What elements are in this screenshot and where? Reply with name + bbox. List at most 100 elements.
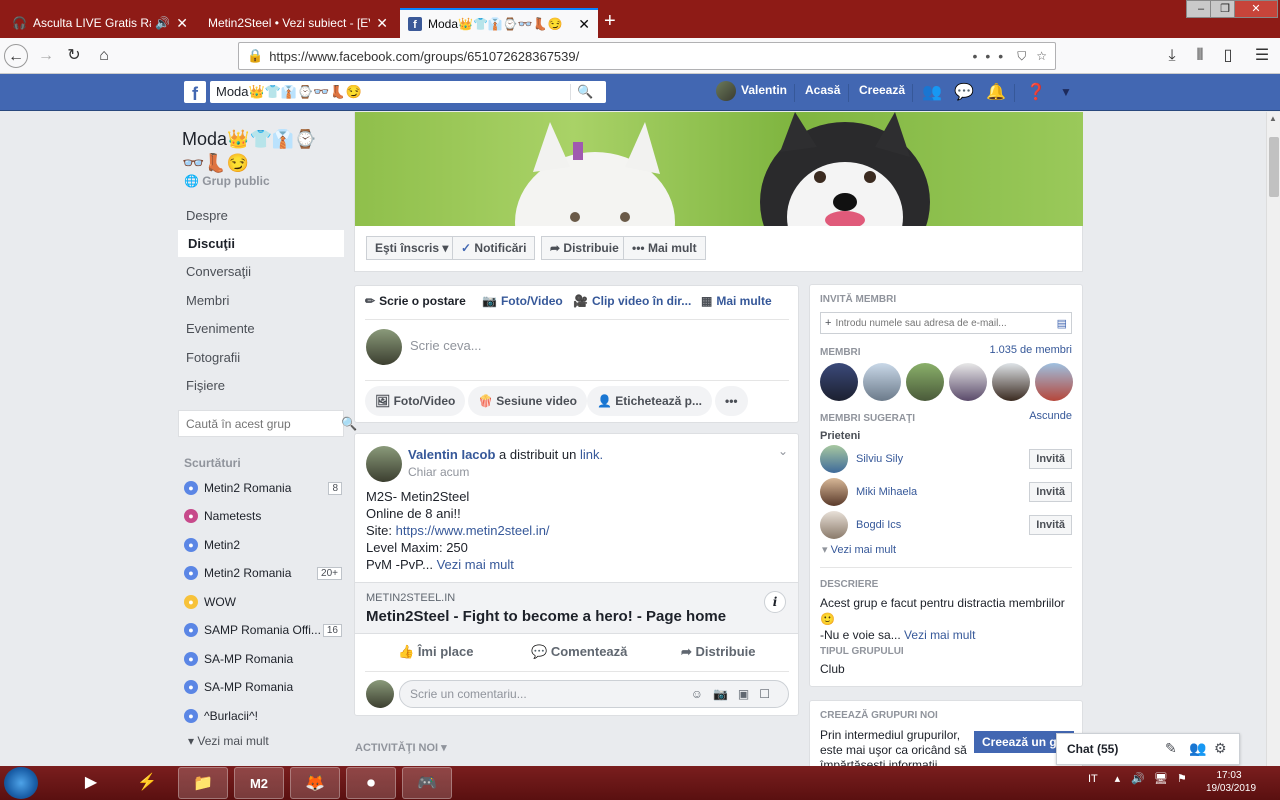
search-icon[interactable]: 🔍 [570, 84, 600, 100]
shortcut-item[interactable]: ● Metin2 Romania 8 [184, 478, 342, 498]
group-nav-photos[interactable]: Fotografii [178, 344, 344, 371]
invite-button[interactable]: Invită [1029, 449, 1072, 469]
member-avatar[interactable] [949, 363, 987, 401]
group-search[interactable]: 🔍 [178, 410, 357, 437]
shortcut-item[interactable]: ● ^Burlacii^! [184, 706, 342, 726]
link-preview[interactable]: METIN2STEEL.IN Metin2Steel - Fight to be… [355, 582, 798, 634]
group-nav-discussion[interactable]: Discuţii [178, 230, 344, 257]
recorder-icon[interactable]: ⏺ [346, 767, 396, 799]
library-icon[interactable]: ⫴ [1188, 44, 1212, 68]
shortcut-item[interactable]: ● SA-MP Romania [184, 677, 342, 697]
browser-tab-radio[interactable]: 🎧 Asculta LIVE Gratis Radio M 🔊 ✕ [4, 8, 196, 38]
member-avatar[interactable] [820, 363, 858, 401]
sidebar-icon[interactable]: ▯ [1216, 44, 1240, 68]
invite-button[interactable]: Invită [1029, 515, 1072, 535]
group-title[interactable]: Moda👑👕👔⌚👓👢😏 [182, 127, 332, 175]
notifications-button[interactable]: ✓ Notificări [452, 236, 536, 260]
group-chat-icon[interactable]: 👥 [1189, 740, 1206, 757]
post-time[interactable]: Chiar acum [408, 465, 469, 479]
tab-photo-video[interactable]: 📷 Foto/Video [482, 294, 563, 308]
friend-requests-icon[interactable]: 👥 [922, 82, 942, 102]
joined-button[interactable]: Eşti înscris ▾ [366, 236, 458, 260]
media-player-icon[interactable]: ▶ [66, 767, 116, 799]
back-button[interactable]: ← [4, 44, 28, 68]
suggested-name[interactable]: Silviu Sily [856, 453, 1029, 465]
reload-button[interactable]: ↻ [62, 44, 86, 68]
new-tab-button[interactable]: + [604, 10, 616, 33]
composer-input[interactable]: Scrie ceva... [410, 338, 780, 353]
group-nav-about[interactable]: Despre [178, 202, 344, 229]
language-indicator[interactable]: IT [1088, 773, 1098, 785]
group-nav-events[interactable]: Evenimente [178, 315, 344, 342]
scroll-up-arrow[interactable]: ▲ [1269, 114, 1277, 123]
suggested-name[interactable]: Miki Mihaela [856, 486, 1029, 498]
home-link[interactable]: Acasă [805, 83, 840, 97]
member-avatar[interactable] [906, 363, 944, 401]
invite-field[interactable]: + ▤ [820, 312, 1072, 334]
shortcut-item[interactable]: ● SAMP Romania Offi... 16 [184, 620, 342, 640]
shortcut-item[interactable]: ● Metin2 Romania 20+ [184, 563, 342, 583]
info-icon[interactable]: i [764, 591, 786, 613]
facebook-search[interactable]: 🔍 [210, 81, 606, 103]
link-word[interactable]: link. [580, 447, 603, 462]
compose-icon[interactable]: ✎ [1165, 740, 1177, 757]
forward-button[interactable]: → [34, 44, 58, 68]
like-button[interactable]: 👍 Îmi place [398, 644, 473, 660]
network-icon[interactable]: 🖥 [1154, 773, 1168, 785]
flag-icon[interactable]: ⚑ [1177, 773, 1187, 785]
messenger-icon[interactable]: 💬 [954, 82, 974, 102]
page-scrollbar[interactable]: ▲ [1266, 112, 1280, 766]
tray-arrow-icon[interactable]: ▴ [1115, 773, 1121, 785]
group-search-input[interactable] [186, 416, 341, 431]
chat-bar[interactable]: Chat (55) ✎ 👥 ⚙ [1056, 733, 1240, 765]
gear-icon[interactable]: ⚙ [1214, 740, 1227, 757]
tab-write-post[interactable]: ✏ Scrie o postare [365, 294, 466, 308]
bookmark-star-icon[interactable]: ☆ [1036, 49, 1047, 63]
members-count[interactable]: 1.035 de membri [989, 344, 1072, 356]
metin2-icon[interactable]: M2 [234, 767, 284, 799]
member-avatar[interactable] [863, 363, 901, 401]
hide-link[interactable]: Ascunde [1029, 410, 1072, 422]
tab-live-video[interactable]: 🎥 Clip video în dir... [573, 294, 691, 308]
close-window-button[interactable]: ✕ [1234, 0, 1278, 18]
facebook-logo[interactable]: f [184, 81, 206, 104]
file-explorer-icon[interactable]: 📁 [178, 767, 228, 799]
help-icon[interactable]: ❓ [1026, 82, 1046, 102]
share-post-button[interactable]: ➦ Distribuie [681, 644, 756, 660]
share-button[interactable]: ➦ Distribuie [541, 236, 628, 260]
chevron-down-icon[interactable]: ⌄ [778, 444, 788, 458]
tab-more[interactable]: ▦ Mai multe [701, 294, 772, 308]
site-link[interactable]: https://www.metin2steel.in/ [396, 523, 550, 538]
home-button[interactable]: ⌂ [92, 44, 116, 68]
shortcut-item[interactable]: ● Metin2 [184, 535, 342, 555]
member-avatar[interactable] [1035, 363, 1073, 401]
volume-icon[interactable]: 🔊 [1131, 773, 1145, 785]
scroll-thumb[interactable] [1269, 137, 1279, 197]
contacts-icon[interactable]: ▤ [1057, 317, 1067, 330]
author-name[interactable]: Valentin Iacob [408, 447, 495, 462]
see-more-link[interactable]: Vezi mai mult [904, 628, 975, 642]
notifications-icon[interactable]: 🔔 [986, 82, 1006, 102]
new-activity-dropdown[interactable]: ACTIVITĂŢI NOI ▾ [355, 741, 447, 754]
pill-live-session[interactable]: 🍿 Sesiune video [468, 386, 587, 416]
shortcut-item[interactable]: ● SA-MP Romania [184, 649, 342, 669]
chevron-down-icon[interactable]: ▼ [1060, 85, 1072, 99]
see-more-shortcuts[interactable]: ▾ Vezi mai mult [188, 734, 269, 748]
cover-photo[interactable] [355, 112, 1083, 226]
close-icon[interactable]: ✕ [176, 15, 188, 32]
invite-input[interactable] [835, 317, 1057, 329]
comment-input[interactable]: Scrie un comentariu... ☺📷▣☐ [399, 680, 789, 708]
avatar[interactable] [820, 478, 848, 506]
shortcut-item[interactable]: ● Nametests [184, 506, 342, 526]
pill-photo-video[interactable]: 🖼 Foto/Video [365, 386, 466, 416]
avatar[interactable] [366, 446, 402, 482]
close-icon[interactable]: ✕ [578, 16, 590, 33]
clock[interactable]: 17:03 19/03/2019 [1206, 769, 1256, 795]
close-icon[interactable]: ✕ [376, 15, 388, 32]
comment-tools-icons[interactable]: ☺📷▣☐ [691, 681, 780, 707]
group-nav-chats[interactable]: Conversaţii [178, 258, 344, 285]
menu-icon[interactable]: ☰ [1250, 44, 1274, 68]
speaker-icon[interactable]: 🔊 [155, 16, 170, 30]
discord-icon[interactable]: 🎮 [402, 767, 452, 799]
pill-more[interactable]: ••• [715, 386, 748, 416]
